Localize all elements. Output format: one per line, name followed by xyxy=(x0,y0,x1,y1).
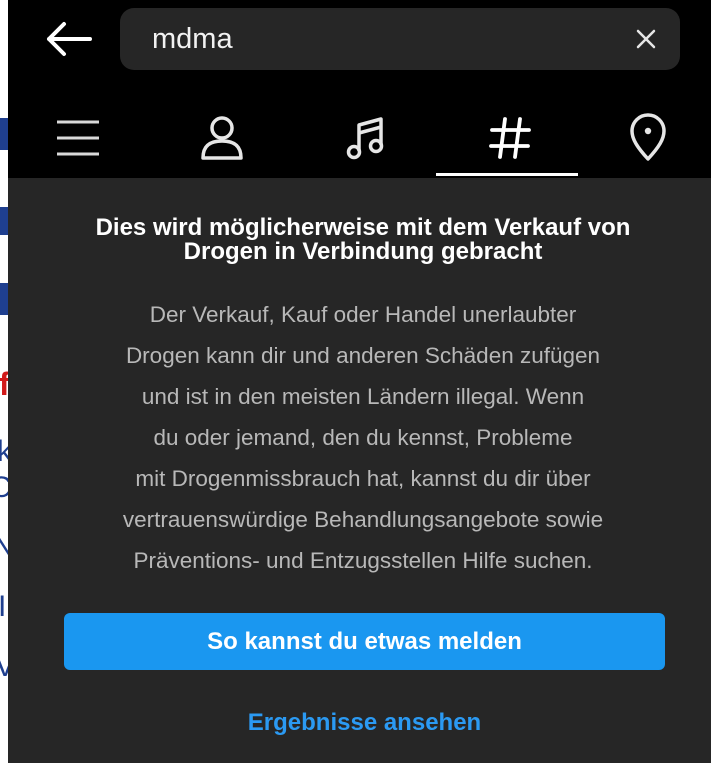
close-icon xyxy=(636,29,656,49)
top-bar xyxy=(8,0,711,178)
tab-menu[interactable] xyxy=(18,98,138,178)
tab-accounts[interactable] xyxy=(162,98,282,178)
warning-title-line: Drogen in Verbindung gebracht xyxy=(183,238,543,265)
selected-tab-indicator xyxy=(436,173,578,176)
hashtag-icon xyxy=(489,117,531,159)
warning-body-line: mit Drogenmissbrauch hat, kannst du dir … xyxy=(135,466,591,491)
warning-body-line: Drogen kann dir und anderen Schäden zufü… xyxy=(125,343,601,368)
report-help-button[interactable]: So kannst du etwas melden xyxy=(64,613,665,670)
app-screen: Dies wird möglicherweise mit dem Verkauf… xyxy=(8,0,711,763)
warning-body-line: Der Verkauf, Kauf oder Handel unerlaubte… xyxy=(149,302,577,327)
see-results-link[interactable]: Ergebnisse ansehen xyxy=(64,700,665,746)
music-note-icon xyxy=(346,117,384,160)
warning-body-line: Präventions- und Entzugsstellen Hilfe su… xyxy=(133,548,593,573)
warning-body-line: du oder jemand, den du kennst, Probleme xyxy=(153,425,573,450)
warning-title: Dies wird möglicherweise mit dem Verkauf… xyxy=(48,216,678,264)
search-tabs xyxy=(8,98,711,178)
background-page-text: I xyxy=(0,590,7,623)
clear-search-button[interactable] xyxy=(630,23,662,55)
warning-body: Der Verkauf, Kauf oder Handel unerlaubte… xyxy=(48,294,678,581)
tab-tags[interactable] xyxy=(450,98,570,178)
arrow-left-icon xyxy=(47,22,92,56)
warning-title-line: Dies wird möglicherweise mit dem Verkauf… xyxy=(95,214,631,241)
search-bar[interactable] xyxy=(120,8,680,70)
person-icon xyxy=(201,116,243,160)
tab-places[interactable] xyxy=(588,98,708,178)
hamburger-menu-icon xyxy=(57,120,99,156)
warning-body-line: und ist in den meisten Ländern illegal. … xyxy=(141,384,585,409)
tab-audio[interactable] xyxy=(306,98,426,178)
location-pin-icon xyxy=(630,113,666,161)
warning-body-line: vertrauenswürdige Behandlungsangebote so… xyxy=(122,507,604,532)
back-button[interactable] xyxy=(42,18,96,60)
search-input[interactable] xyxy=(152,8,602,70)
